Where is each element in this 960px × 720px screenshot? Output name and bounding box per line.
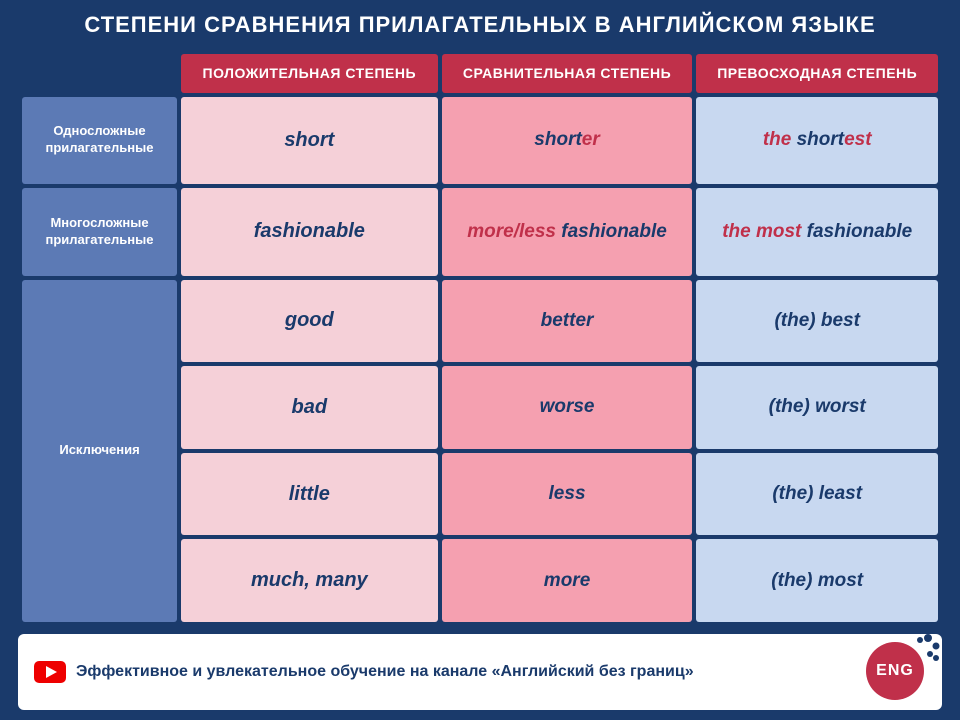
table-row-good: Исключения good better (the) best — [22, 280, 938, 363]
footer-bar: Эффективное и увлекательное обучение на … — [18, 634, 942, 710]
footer-text: Эффективное и увлекательное обучение на … — [76, 663, 694, 681]
cell-bad-comparative: worse — [442, 366, 693, 449]
page-title: СТЕПЕНИ СРАВНЕНИЯ ПРИЛАГАТЕЛЬНЫХ В АНГЛИ… — [18, 12, 942, 38]
cell-bad-superlative: (the) worst — [696, 366, 938, 449]
cell-much-comparative: more — [442, 539, 693, 622]
row-label-one-syllable: Односложныеприлагательные — [22, 97, 177, 184]
eng-circle: ENG — [866, 642, 924, 700]
cell-fashionable-superlative: the most fashionable — [696, 188, 938, 275]
page-wrapper: СТЕПЕНИ СРАВНЕНИЯ ПРИЛАГАТЕЛЬНЫХ В АНГЛИ… — [0, 0, 960, 720]
cell-good-superlative: (the) best — [696, 280, 938, 363]
comparison-table: ПОЛОЖИТЕЛЬНАЯ СТЕПЕНЬ СРАВНИТЕЛЬНАЯ СТЕП… — [18, 50, 942, 626]
cell-little-comparative: less — [442, 453, 693, 536]
col-header-positive: ПОЛОЖИТЕЛЬНАЯ СТЕПЕНЬ — [181, 54, 438, 92]
cell-little-positive: little — [181, 453, 438, 536]
cell-good-comparative: better — [442, 280, 693, 363]
youtube-icon[interactable] — [34, 661, 66, 683]
cell-fashionable-positive: fashionable — [181, 188, 438, 275]
cell-good-positive: good — [181, 280, 438, 363]
cell-fashionable-comparative: more/less fashionable — [442, 188, 693, 275]
cell-short-comparative: shorter — [442, 97, 693, 184]
col-header-superlative: ПРЕВОСХОДНАЯ СТЕПЕНЬ — [696, 54, 938, 92]
cell-little-superlative: (the) least — [696, 453, 938, 536]
cell-short-positive: short — [181, 97, 438, 184]
row-label-exceptions: Исключения — [22, 280, 177, 622]
cell-short-superlative: the shortest — [696, 97, 938, 184]
row-label-multi-syllable: Многосложныеприлагательные — [22, 188, 177, 275]
eng-logo: ENG — [866, 642, 926, 702]
cell-much-positive: much, many — [181, 539, 438, 622]
table-row-one-syllable: Односложныеприлагательные short shorter … — [22, 97, 938, 184]
eng-text: ENG — [876, 662, 914, 680]
col-header-comparative: СРАВНИТЕЛЬНАЯ СТЕПЕНЬ — [442, 54, 693, 92]
cell-bad-positive: bad — [181, 366, 438, 449]
table-container: ПОЛОЖИТЕЛЬНАЯ СТЕПЕНЬ СРАВНИТЕЛЬНАЯ СТЕП… — [18, 50, 942, 626]
cell-much-superlative: (the) most — [696, 539, 938, 622]
footer-content: Эффективное и увлекательное обучение на … — [34, 661, 694, 683]
col-header-0 — [22, 54, 177, 92]
table-row-multi-syllable: Многосложныеприлагательные fashionable m… — [22, 188, 938, 275]
